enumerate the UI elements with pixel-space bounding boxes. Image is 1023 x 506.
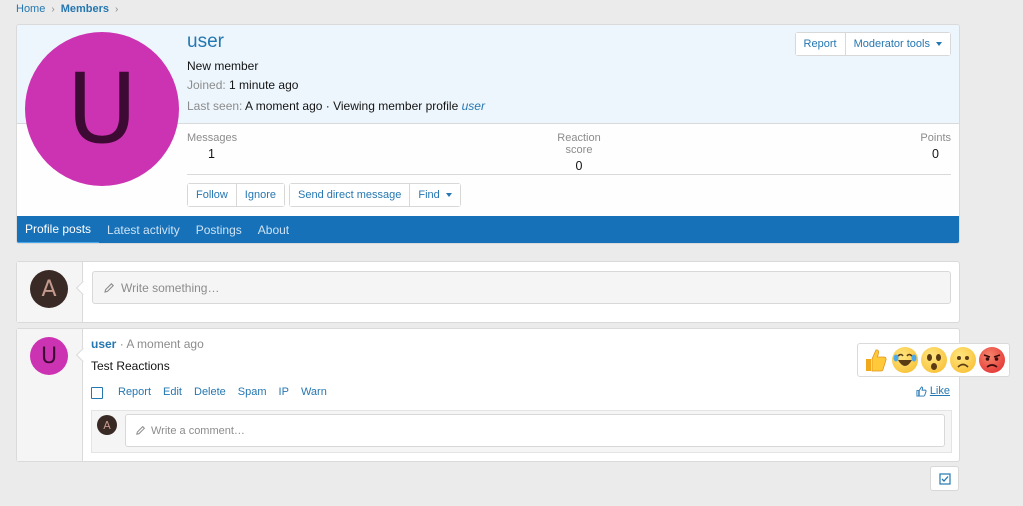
thumbs-up-icon — [916, 385, 927, 397]
wow-icon[interactable] — [920, 347, 947, 373]
write-comment-placeholder: Write a comment… — [151, 424, 245, 437]
pointer-arrow — [75, 280, 91, 296]
chevron-right-icon: › — [51, 3, 55, 15]
post-header: user · A moment ago — [91, 337, 204, 351]
follow-label: Follow — [196, 189, 228, 201]
comment-composer: A Write a comment… — [91, 410, 952, 453]
stat-label: Messages — [187, 132, 238, 144]
laughing-icon[interactable] — [891, 347, 918, 373]
find-button[interactable]: Find — [409, 184, 460, 206]
divider — [187, 174, 951, 175]
checkbox-check-icon — [938, 472, 951, 485]
post-spam-link[interactable]: Spam — [238, 386, 267, 398]
tab-about[interactable]: About — [250, 216, 297, 243]
member-profile-card: U user New member Joined: 1 minute ago L… — [16, 24, 960, 244]
select-checkbox[interactable] — [91, 387, 103, 399]
tab-profile-posts[interactable]: Profile posts — [17, 216, 100, 243]
write-comment-input[interactable]: Write a comment… — [125, 414, 945, 447]
tab-latest-activity[interactable]: Latest activity — [99, 216, 188, 243]
breadcrumb-members[interactable]: Members — [61, 3, 109, 15]
post-author-link[interactable]: user — [91, 337, 116, 351]
stat-value[interactable]: 1 — [208, 147, 237, 161]
avatar[interactable]: U — [30, 337, 68, 375]
avatar[interactable]: U — [25, 32, 179, 186]
post-actions: Report Edit Delete Spam IP Warn — [91, 384, 339, 399]
profile-actions: Follow Ignore Send direct message Find — [187, 183, 461, 207]
caret-down-icon — [445, 193, 452, 197]
stat-value[interactable]: 0 — [920, 147, 939, 161]
like-label: Like — [929, 385, 950, 397]
follow-button[interactable]: Follow — [188, 184, 236, 206]
caret-down-icon — [936, 42, 942, 46]
post-report-link[interactable]: Report — [118, 386, 151, 398]
stat-label: Reaction score — [557, 132, 601, 156]
report-button-label: Report — [803, 38, 837, 50]
report-button[interactable]: Report — [795, 33, 845, 55]
breadcrumb-home[interactable]: Home — [16, 3, 45, 15]
post-time[interactable]: · A moment ago — [120, 337, 204, 351]
post-warn-link[interactable]: Warn — [301, 386, 327, 398]
breadcrumb: Home › Members › — [16, 3, 124, 15]
like-button[interactable]: Like — [916, 385, 950, 397]
write-something-input[interactable]: Write something… — [92, 271, 951, 304]
avatar[interactable]: A — [97, 415, 117, 435]
chevron-right-icon: › — [114, 3, 119, 15]
stat-points: Points 0 — [920, 132, 951, 161]
post-body: Test Reactions — [91, 359, 170, 373]
header-button-group: Report Moderator tools — [794, 32, 951, 56]
send-direct-message-button[interactable]: Send direct message — [290, 184, 410, 206]
ignore-button[interactable]: Ignore — [235, 184, 284, 206]
lastseen-label: Last seen: — [187, 99, 243, 113]
moderator-tools-button[interactable]: Moderator tools — [844, 33, 950, 55]
lastseen-value: A moment ago · Viewing member profile — [245, 99, 459, 113]
stat-value: 0 — [575, 159, 583, 173]
ignore-label: Ignore — [244, 189, 276, 201]
avatar[interactable]: A — [30, 270, 68, 308]
write-something-placeholder: Write something… — [121, 280, 220, 295]
profile-post-composer: A Write something… — [16, 261, 960, 323]
lastseen-profile-link[interactable]: user — [462, 99, 485, 113]
moderator-tools-label: Moderator tools — [853, 38, 930, 50]
select-all-button[interactable] — [930, 466, 959, 491]
sad-icon[interactable] — [949, 347, 976, 373]
joined-value: 1 minute ago — [229, 78, 299, 92]
pointer-arrow — [75, 347, 91, 363]
stat-messages: Messages 1 — [187, 132, 237, 161]
stat-label: Points — [920, 132, 951, 144]
profile-post: U user · A moment ago Test Reactions Rep… — [16, 328, 960, 462]
joined-info: Joined: 1 minute ago — [187, 78, 298, 92]
like-icon[interactable] — [863, 347, 889, 373]
profile-tabs: Profile posts Latest activity Postings A… — [17, 216, 959, 243]
stat-reaction-score: Reaction score 0 — [543, 132, 615, 173]
post-ip-link[interactable]: IP — [279, 386, 289, 398]
post-edit-link[interactable]: Edit — [163, 386, 182, 398]
user-title: New member — [187, 59, 259, 73]
angry-icon[interactable] — [978, 347, 1005, 373]
tab-postings[interactable]: Postings — [188, 216, 250, 243]
post-delete-link[interactable]: Delete — [194, 386, 226, 398]
dm-find-group: Send direct message Find — [289, 183, 461, 207]
post-avatar-column: U — [17, 329, 91, 461]
follow-ignore-group: Follow Ignore — [187, 183, 285, 207]
pencil-icon — [136, 425, 146, 435]
find-label: Find — [418, 189, 440, 201]
joined-label: Joined: — [187, 78, 226, 92]
page-title: user — [187, 31, 224, 52]
composer-avatar-column: A — [17, 262, 91, 322]
pencil-icon — [104, 282, 114, 293]
send-dm-label: Send direct message — [298, 189, 402, 201]
lastseen-info: Last seen: A moment ago · Viewing member… — [187, 99, 485, 113]
reactions-popup — [857, 343, 1010, 377]
